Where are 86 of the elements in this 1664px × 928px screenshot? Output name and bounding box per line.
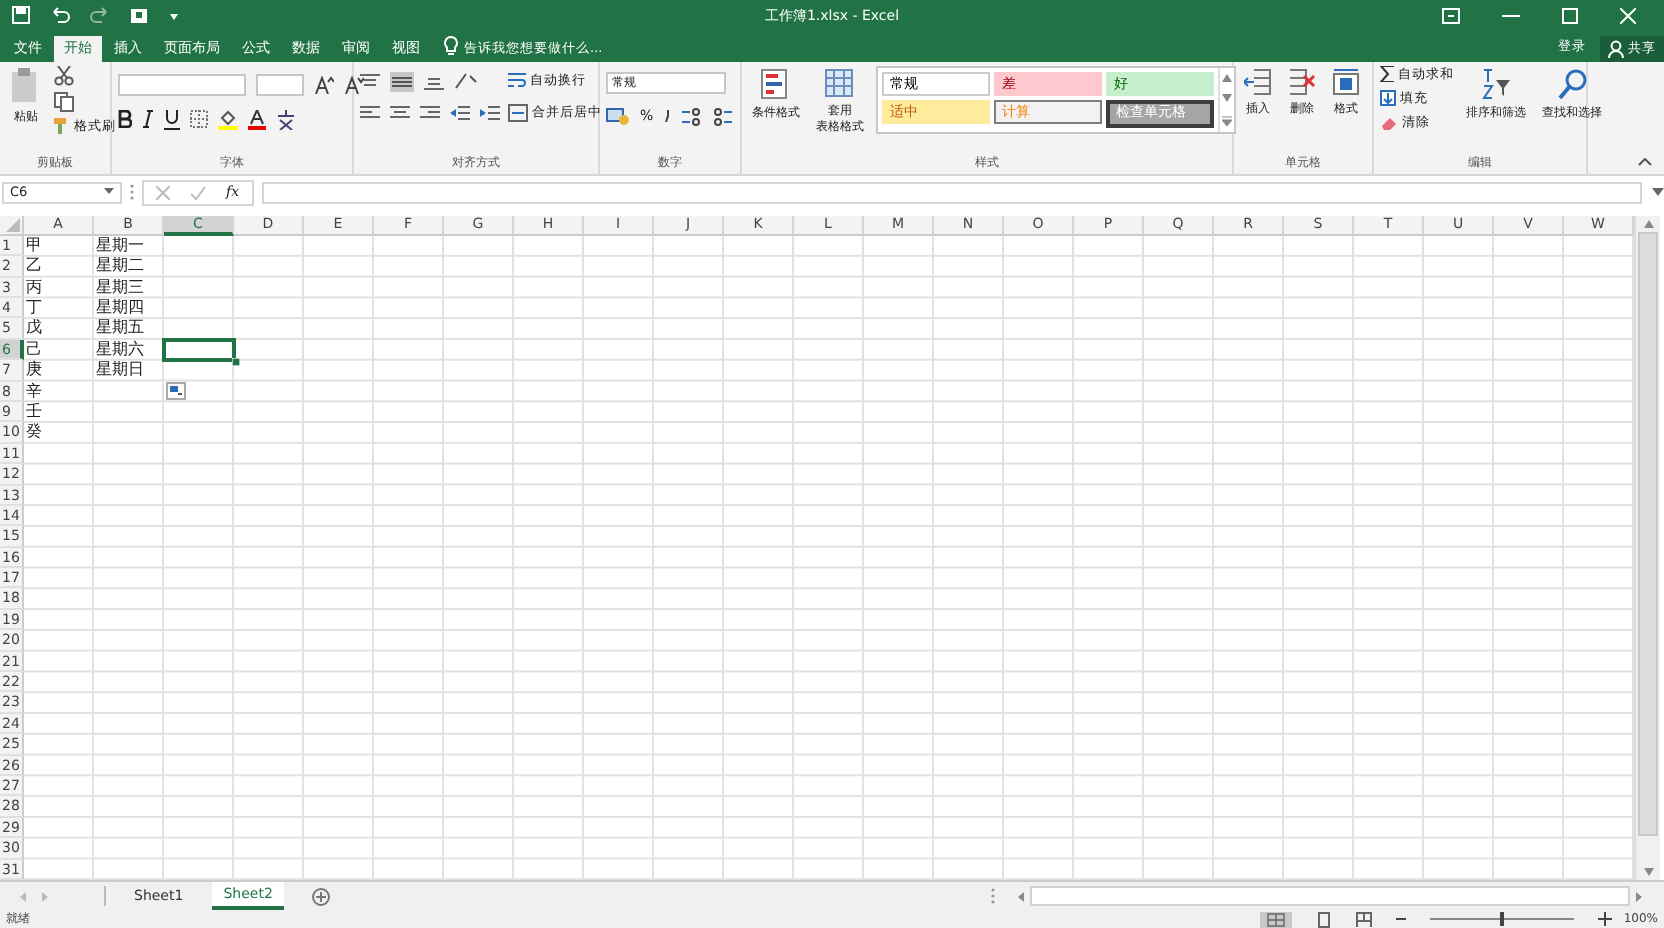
redo-icon[interactable] (90, 6, 110, 25)
table-cell: 戊 (24, 318, 42, 339)
table-cell: 癸 (24, 422, 42, 443)
eraser-icon (1380, 115, 1398, 130)
align-left-icon[interactable] (360, 105, 380, 122)
zoom-in-icon[interactable] (1597, 912, 1612, 927)
gallery-up-icon[interactable] (1222, 74, 1232, 83)
decrease-indent-icon[interactable] (450, 105, 470, 122)
scroll-right-icon[interactable] (1636, 891, 1642, 902)
active-cell[interactable] (162, 337, 236, 363)
underline-icon[interactable] (164, 109, 180, 130)
search-icon (1556, 67, 1588, 100)
decrease-decimal-icon[interactable] (711, 107, 732, 126)
increase-font-icon[interactable] (314, 75, 334, 94)
cut-icon[interactable] (54, 65, 74, 86)
table-cell: 星期日 (94, 360, 144, 381)
table-cell: 丙 (24, 277, 42, 298)
table-cell: 星期四 (94, 297, 144, 318)
increase-indent-icon[interactable] (480, 105, 500, 122)
scroll-left-icon[interactable] (1018, 891, 1024, 902)
table-icon (824, 67, 856, 100)
person-icon (1608, 39, 1624, 58)
table-cell: 甲 (24, 235, 42, 256)
lightbulb-icon (444, 35, 458, 56)
table-cell: 辛 (24, 381, 42, 402)
bar-list-icon (760, 67, 792, 100)
ribbon-display-icon[interactable] (1442, 7, 1460, 24)
bold-icon[interactable] (118, 110, 132, 129)
sigma-icon (1380, 66, 1394, 83)
orientation-icon[interactable] (454, 72, 478, 91)
clipboard-icon (10, 67, 42, 104)
table-cell: 乙 (24, 256, 42, 277)
insert-cells-icon (1244, 67, 1272, 96)
collapse-ribbon-icon[interactable] (1638, 157, 1652, 166)
align-right-icon[interactable] (420, 105, 440, 122)
down-arrow-icon (1380, 90, 1396, 107)
paintbrush-icon (54, 118, 70, 135)
align-center-icon[interactable] (390, 105, 410, 122)
formula-input[interactable] (261, 181, 1642, 204)
table-cell: 星期一 (94, 235, 144, 256)
undo-icon[interactable] (50, 6, 70, 25)
fill-handle-icon[interactable] (232, 358, 240, 367)
delete-cells-icon (1288, 67, 1316, 96)
scrollbar-thumb[interactable] (1030, 886, 1630, 907)
minimize-icon[interactable] (1502, 13, 1520, 18)
sort-filter-icon (1480, 67, 1512, 100)
table-cell: 星期二 (94, 256, 144, 277)
gallery-down-icon[interactable] (1222, 94, 1232, 103)
add-sheet-icon[interactable] (312, 887, 331, 906)
table-cell: 己 (24, 339, 42, 360)
table-cell: 星期五 (94, 318, 144, 339)
table-cell: 庚 (24, 360, 42, 381)
bottom-align-icon[interactable] (424, 73, 444, 90)
table-cell: 壬 (24, 401, 42, 422)
customize-caret-icon[interactable] (168, 9, 180, 22)
expand-formula-icon[interactable] (1652, 188, 1664, 197)
drag-handle-icon[interactable] (130, 184, 134, 201)
wrap-text-icon (508, 71, 526, 90)
phonetic-icon[interactable] (276, 109, 296, 130)
table-cell: 星期六 (94, 339, 144, 360)
gallery-more-icon[interactable] (1222, 115, 1232, 126)
decrease-font-icon[interactable] (344, 75, 364, 94)
caret-icon (104, 188, 114, 197)
border-icon[interactable] (190, 110, 208, 129)
top-align-icon[interactable] (360, 73, 380, 90)
comma-style-icon[interactable] (663, 110, 672, 123)
middle-align-icon[interactable] (390, 71, 414, 92)
merge-cells-icon (508, 103, 528, 122)
increase-decimal-icon[interactable] (681, 107, 702, 126)
auto-fill-options-icon[interactable] (166, 381, 186, 400)
table-cell: 星期三 (94, 277, 144, 298)
page-break-view-icon[interactable] (1355, 911, 1372, 928)
zoom-slider-thumb[interactable] (1499, 912, 1504, 927)
page-layout-view-icon[interactable] (1315, 911, 1332, 928)
normal-view-icon[interactable] (1259, 911, 1292, 928)
fill-color-icon[interactable] (218, 109, 238, 130)
table-cell: 丁 (24, 297, 42, 318)
accounting-format-icon[interactable] (606, 107, 630, 126)
save-icon[interactable] (12, 6, 30, 25)
italic-icon[interactable] (142, 110, 154, 129)
copy-icon[interactable] (54, 91, 74, 112)
format-cells-icon (1332, 67, 1360, 96)
font-color-icon[interactable] (248, 109, 266, 130)
maximize-icon[interactable] (1562, 7, 1578, 24)
close-icon[interactable] (1620, 7, 1636, 24)
scrollbar-thumb[interactable] (1638, 231, 1658, 836)
